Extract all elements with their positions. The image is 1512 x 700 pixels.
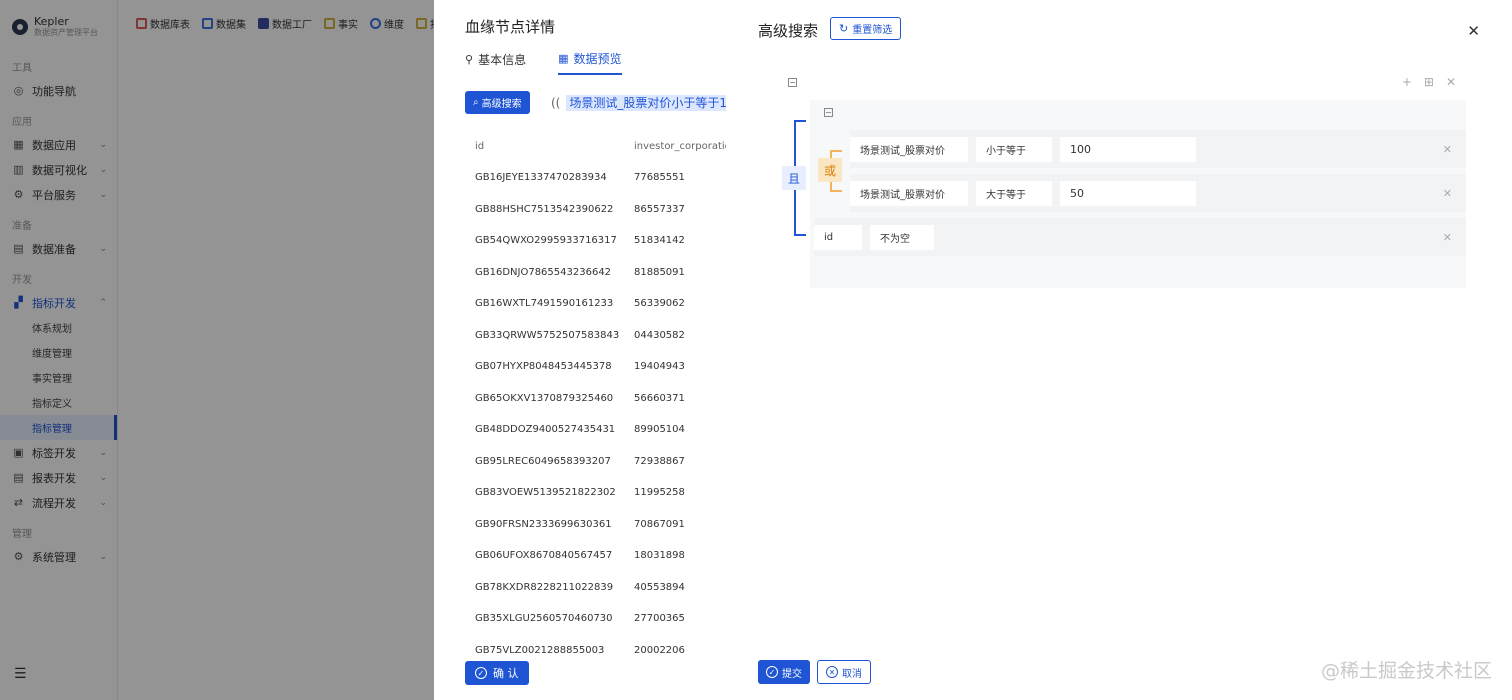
cell-id: GB83VOEW5139521822302 [475,487,616,499]
collapse-root-icon[interactable]: − [788,78,797,87]
lineage-detail-drawer: 血缘节点详情 ⚲ 基本信息 ▦ 数据预览 ⌕ 高级搜索 ((场景测试_股票对价小… [434,0,726,700]
filter-rule: id 不为空 ✕ [814,218,1466,256]
column-header-investor[interactable]: investor_corporation [634,141,726,152]
table-row: GB48DDOZ9400527435431 89905104 [465,414,726,446]
table-row: GB16DNJO7865543236642 81885091 [465,257,726,289]
table-row: GB16WXTL7491590161233 56339062 [465,288,726,320]
cell-id: GB78KXDR8228211022839 [475,581,614,593]
cell-id: GB33QRWW5752507583843 [475,329,620,341]
and-operator[interactable]: 且 [782,166,806,190]
cell-investor-corporation: 19404943 [634,361,685,373]
drawer-title: 高级搜索 [758,22,819,40]
rule-field-select[interactable]: 场景测试_股票对价 [850,136,968,162]
cell-investor-corporation: 70867091 [634,518,685,530]
check-circle-icon: ✓ [475,667,487,679]
preview-table: id investor_corporation GB16JEYE13374702… [465,130,726,666]
tab-data-preview[interactable]: ▦ 数据预览 [558,50,622,75]
rule-operator-select[interactable]: 大于等于 [976,180,1052,206]
cell-id: GB54QWXO2995933716317 [475,235,617,247]
cell-investor-corporation: 18031898 [634,550,685,562]
remove-rule-icon[interactable]: ✕ [1443,143,1452,156]
cell-investor-corporation: 81885091 [634,266,685,278]
refresh-icon: ↻ [839,22,849,35]
search-icon: ⌕ [473,97,479,108]
cell-id: GB16DNJO7865543236642 [475,266,612,278]
table-icon: ▦ [558,52,569,65]
cell-investor-corporation: 11995258 [634,487,685,499]
filter-expression: ((场景测试_股票对价小于等于100 [551,94,726,111]
table-row: GB83VOEW5139521822302 11995258 [465,477,726,509]
cell-investor-corporation: 04430582 [634,329,685,341]
cell-id: GB06UFOX8670840567457 [475,550,613,562]
advanced-search-button[interactable]: ⌕ 高级搜索 [465,91,530,114]
table-row: GB95LREC6049658393207 72938867 [465,446,726,478]
table-row: GB16JEYE1337470283934 77685551 [465,162,726,194]
cell-id: GB90FRSN2333699630361 [475,518,612,530]
cell-id: GB48DDOZ9400527435431 [475,424,616,436]
close-icon[interactable]: ✕ [1467,22,1480,40]
hierarchy-icon: ⚲ [465,53,474,66]
cell-investor-corporation: 72938867 [634,455,685,467]
cell-investor-corporation: 51834142 [634,235,685,247]
cancel-button[interactable]: ✕ 取消 [817,660,871,684]
filter-rule: 场景测试_股票对价 大于等于 50 ✕ [850,174,1466,212]
add-group-icon[interactable]: ⊞ [1424,75,1434,89]
table-row: GB33QRWW5752507583843 04430582 [465,320,726,352]
rule-toolbar: + ⊞ ✕ [1402,75,1456,89]
detail-tabs: ⚲ 基本信息 ▦ 数据预览 [465,50,622,75]
cell-investor-corporation: 56339062 [634,298,685,310]
cell-id: GB75VLZ0021288855003 [475,644,605,656]
cell-investor-corporation: 20002206 [634,644,685,656]
rule-field-select[interactable]: id [814,224,862,250]
advanced-search-drawer: 高级搜索 ↻ 重置筛选 ✕ − + ⊞ ✕ − 且 或 场景测试_股票对价 小于… [726,0,1512,700]
watermark: @稀土掘金技术社区 [1320,660,1492,682]
rule-value-input[interactable]: 100 [1060,136,1196,162]
column-header-id[interactable]: id [465,141,634,152]
collapse-group-icon[interactable]: − [824,108,833,117]
cell-investor-corporation: 40553894 [634,581,685,593]
filter-rule: 场景测试_股票对价 小于等于 100 ✕ [850,130,1466,168]
cell-id: GB16JEYE1337470283934 [475,172,607,184]
table-row: GB78KXDR8228211022839 40553894 [465,572,726,604]
cell-id: GB88HSHC7513542390622 [475,203,614,215]
reset-filter-button[interactable]: ↻ 重置筛选 [830,17,902,40]
close-circle-icon: ✕ [826,666,838,678]
cell-investor-corporation: 77685551 [634,172,685,184]
table-row: GB35XLGU2560570460730 27700365 [465,603,726,635]
cell-investor-corporation: 56660371 [634,392,685,404]
cell-investor-corporation: 27700365 [634,613,685,625]
rule-operator-select[interactable]: 小于等于 [976,136,1052,162]
rule-field-select[interactable]: 场景测试_股票对价 [850,180,968,206]
remove-rule-icon[interactable]: ✕ [1443,231,1452,244]
rule-operator-select[interactable]: 不为空 [870,224,934,250]
table-row: GB54QWXO2995933716317 51834142 [465,225,726,257]
cell-id: GB65OKXV1370879325460 [475,392,614,404]
table-row: GB88HSHC7513542390622 86557337 [465,194,726,226]
table-row: GB07HYXP8048453445378 19404943 [465,351,726,383]
cell-investor-corporation: 86557337 [634,203,685,215]
rule-value-input[interactable]: 50 [1060,180,1196,206]
remove-group-icon[interactable]: ✕ [1446,75,1456,89]
check-circle-icon: ✓ [766,666,778,678]
submit-button[interactable]: ✓ 提交 [758,660,810,684]
cell-id: GB07HYXP8048453445378 [475,361,612,373]
cell-investor-corporation: 89905104 [634,424,685,436]
table-row: GB06UFOX8670840567457 18031898 [465,540,726,572]
cell-id: GB16WXTL7491590161233 [475,298,614,310]
drawer-title: 血缘节点详情 [465,18,556,36]
confirm-button[interactable]: ✓ 确 认 [465,661,529,685]
remove-rule-icon[interactable]: ✕ [1443,187,1452,200]
table-row: GB90FRSN2333699630361 70867091 [465,509,726,541]
table-header: id investor_corporation [465,130,726,162]
query-builder: − + ⊞ ✕ − 且 或 场景测试_股票对价 小于等于 100 ✕ 场景测试_… [778,72,1466,288]
add-rule-icon[interactable]: + [1402,75,1412,89]
cell-id: GB35XLGU2560570460730 [475,613,613,625]
or-operator[interactable]: 或 [818,158,842,182]
cell-id: GB95LREC6049658393207 [475,455,611,467]
table-row: GB65OKXV1370879325460 56660371 [465,383,726,415]
tab-basic-info[interactable]: ⚲ 基本信息 [465,50,526,75]
